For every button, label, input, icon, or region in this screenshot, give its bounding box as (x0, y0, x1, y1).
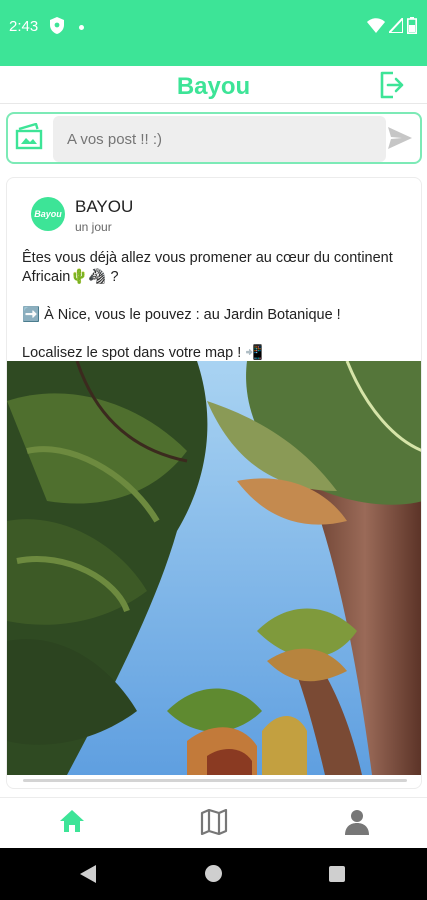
status-bar: 2:43 (0, 0, 427, 66)
system-icons (367, 17, 417, 34)
horizontal-scrollbar[interactable] (23, 779, 407, 782)
avatar[interactable]: Bayou (31, 197, 65, 231)
person-icon[interactable] (344, 809, 370, 835)
post-card: Bayou BAYOU un jour Êtes vous déjà allez… (6, 177, 422, 789)
signal-icon (389, 18, 403, 33)
post-paragraph: Êtes vous déjà allez vous promener au cœ… (22, 250, 393, 285)
map-icon[interactable] (200, 809, 228, 835)
post-paragraph: ➡️ À Nice, vous le pouvez : au Jardin Bo… (22, 307, 341, 323)
wifi-icon (367, 18, 385, 33)
home-button-icon[interactable] (205, 865, 222, 882)
post-photo[interactable] (7, 361, 421, 775)
post-composer (6, 112, 422, 164)
status-time: 2:43 (9, 18, 39, 35)
send-icon[interactable] (388, 127, 412, 149)
app-title: Bayou (176, 73, 251, 100)
battery-icon (407, 17, 417, 34)
bottom-nav (0, 797, 427, 848)
logout-icon[interactable] (379, 71, 405, 99)
post-body: Êtes vous déjà allez vous promener au cœ… (22, 249, 412, 363)
palm-trees-photo (7, 361, 421, 775)
system-nav-bar (0, 848, 427, 900)
app-bar: Bayou (0, 66, 427, 104)
post-time: un jour (75, 220, 112, 234)
post-input[interactable] (53, 116, 386, 162)
add-photo-icon[interactable] (14, 123, 44, 151)
home-icon[interactable] (59, 809, 85, 833)
post-author[interactable]: BAYOU (75, 197, 133, 217)
back-icon[interactable] (80, 865, 96, 883)
notification-dot (79, 25, 84, 30)
recent-apps-icon[interactable] (329, 866, 345, 882)
shield-icon (50, 17, 64, 34)
